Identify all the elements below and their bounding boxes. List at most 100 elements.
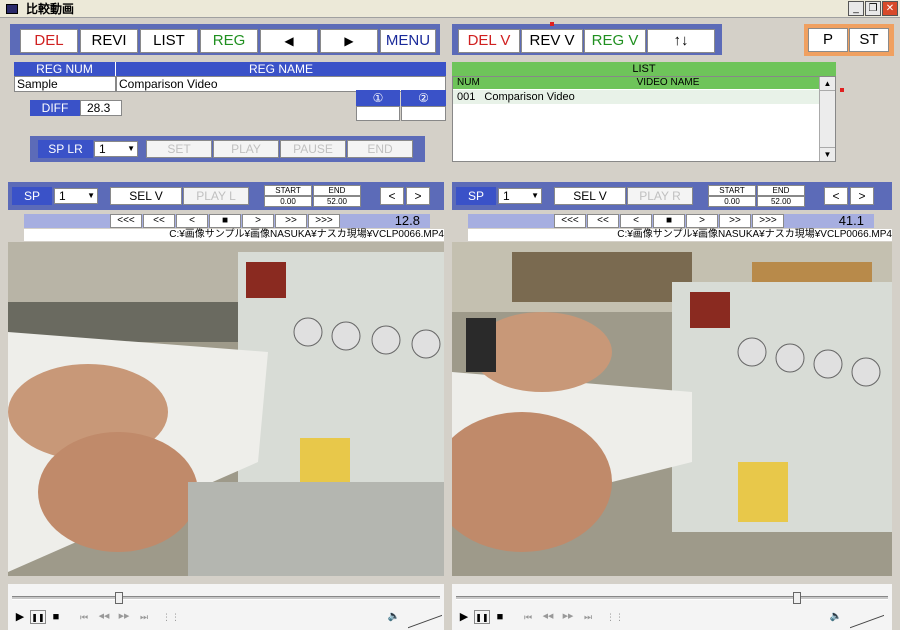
skip-fwd-icon[interactable]: ⏭ (136, 610, 152, 624)
app-icon (6, 3, 18, 14)
list-item-num: 001 (457, 91, 476, 103)
left-step-fwd-button[interactable]: > (406, 187, 430, 205)
p-button[interactable]: P (808, 28, 848, 52)
num-header: NUM (453, 77, 517, 89)
stop-icon[interactable]: ■ (48, 610, 64, 624)
list-scrollbar[interactable]: ▲ ▼ (819, 77, 835, 161)
left-video-image (8, 242, 444, 576)
right-seek-track[interactable] (456, 596, 888, 600)
pause-button[interactable]: PAUSE (280, 140, 346, 158)
register-panel: DEL REVI LIST REG ◀ ▶ MENU REG NUM REG N… (10, 22, 448, 162)
reg-num-cell[interactable]: Sample (14, 76, 116, 92)
volume-icon[interactable]: 🔈 (386, 610, 402, 624)
right-end-value[interactable]: 52.00 (757, 196, 805, 207)
right-seek-area (452, 584, 892, 630)
chevron-down-icon: ▼ (127, 144, 135, 153)
right-nav-back[interactable]: < (620, 214, 652, 228)
playlist-icon[interactable]: ⋮⋮ (606, 610, 624, 624)
right-player: SP 1 ▼ SEL V PLAY R START END 0.00 52.00… (452, 178, 892, 630)
menu-button[interactable]: MENU (380, 29, 436, 53)
circle-1-cell[interactable] (356, 106, 400, 121)
left-seek-area (8, 584, 444, 630)
revi-button[interactable]: REVI (80, 29, 138, 53)
forward-icon[interactable]: ▶▶ (560, 610, 576, 624)
forward-icon[interactable]: ▶▶ (116, 610, 132, 624)
right-seek-thumb[interactable] (793, 592, 802, 604)
left-nav-first[interactable]: <<< (110, 214, 142, 228)
window-title: 比較動画 (26, 2, 75, 16)
right-start-label: START (708, 185, 756, 196)
play-button[interactable]: PLAY (213, 140, 279, 158)
left-nav-stop[interactable]: ■ (209, 214, 241, 228)
playlist-icon[interactable]: ⋮⋮ (162, 610, 180, 624)
stop-icon[interactable]: ■ (492, 610, 508, 624)
volume-icon[interactable]: 🔈 (828, 610, 844, 624)
minimize-button[interactable]: _ (848, 1, 864, 16)
sp-lr-value: 1 (99, 142, 106, 156)
rewind-icon[interactable]: ◀◀ (540, 610, 556, 624)
rev-v-button[interactable]: REV V (521, 29, 583, 53)
sort-button[interactable]: ↑↓ (647, 29, 715, 53)
del-button[interactable]: DEL (20, 29, 78, 53)
right-nav-fast-back[interactable]: << (587, 214, 619, 228)
close-button[interactable]: ✕ (882, 1, 898, 16)
right-step-back-button[interactable]: < (824, 187, 848, 205)
circle-2-cell[interactable] (401, 106, 446, 121)
right-start-value[interactable]: 0.00 (708, 196, 756, 207)
diff-label: DIFF (30, 100, 80, 116)
left-play-button[interactable]: PLAY L (183, 187, 249, 205)
left-nav-fast-fwd[interactable]: >> (275, 214, 307, 228)
sp-lr-select[interactable]: 1 ▼ (94, 141, 138, 157)
red-dot (840, 88, 844, 92)
left-sp-value: 1 (59, 189, 66, 203)
reg-button[interactable]: REG (200, 29, 258, 53)
left-sel-v-button[interactable]: SEL V (110, 187, 182, 205)
right-play-button[interactable]: PLAY R (627, 187, 693, 205)
left-seek-thumb[interactable] (115, 592, 123, 604)
left-nav-back[interactable]: < (176, 214, 208, 228)
skip-fwd-icon[interactable]: ⏭ (580, 610, 596, 624)
left-nav-fwd[interactable]: > (242, 214, 274, 228)
video-list-panel: DEL V REV V REG V ↑↓ P ST LIST NUM VIDEO… (452, 22, 898, 162)
right-sp-select[interactable]: 1 ▼ (498, 188, 542, 204)
right-nav-first[interactable]: <<< (554, 214, 586, 228)
restore-button[interactable]: ❐ (865, 1, 881, 16)
prev-button[interactable]: ◀ (260, 29, 318, 53)
end-button[interactable]: END (347, 140, 413, 158)
scroll-down-icon[interactable]: ▼ (820, 147, 835, 161)
right-nav-fast-fwd[interactable]: >> (719, 214, 751, 228)
list-item-name: Comparison Video (484, 91, 575, 103)
right-nav-fwd[interactable]: > (686, 214, 718, 228)
rewind-icon[interactable]: ◀◀ (96, 610, 112, 624)
left-sp-label: SP (12, 187, 52, 205)
pause-icon[interactable]: ❚❚ (30, 610, 46, 624)
list-header: LIST (452, 62, 836, 76)
list-item[interactable]: 001 Comparison Video (453, 90, 819, 104)
del-v-button[interactable]: DEL V (458, 29, 520, 53)
left-nav-fast-back[interactable]: << (143, 214, 175, 228)
chevron-down-icon: ▼ (87, 191, 95, 200)
left-step-back-button[interactable]: < (380, 187, 404, 205)
skip-back-icon[interactable]: ⏮ (76, 610, 92, 624)
play-icon[interactable]: ▶ (456, 610, 472, 624)
list-button[interactable]: LIST (140, 29, 198, 53)
next-button[interactable]: ▶ (320, 29, 378, 53)
scroll-up-icon[interactable]: ▲ (820, 77, 835, 91)
right-nav-last[interactable]: >>> (752, 214, 784, 228)
set-button[interactable]: SET (146, 140, 212, 158)
left-video-frame[interactable] (8, 242, 444, 576)
right-video-frame[interactable] (452, 242, 892, 576)
left-end-value[interactable]: 52.00 (313, 196, 361, 207)
right-step-fwd-button[interactable]: > (850, 187, 874, 205)
reg-v-button[interactable]: REG V (584, 29, 646, 53)
left-nav-last[interactable]: >>> (308, 214, 340, 228)
left-start-value[interactable]: 0.00 (264, 196, 312, 207)
play-icon[interactable]: ▶ (12, 610, 28, 624)
left-sp-select[interactable]: 1 ▼ (54, 188, 98, 204)
right-nav-stop[interactable]: ■ (653, 214, 685, 228)
right-sel-v-button[interactable]: SEL V (554, 187, 626, 205)
pause-icon[interactable]: ❚❚ (474, 610, 490, 624)
skip-back-icon[interactable]: ⏮ (520, 610, 536, 624)
st-button[interactable]: ST (849, 28, 889, 52)
left-seek-track[interactable] (12, 596, 440, 600)
